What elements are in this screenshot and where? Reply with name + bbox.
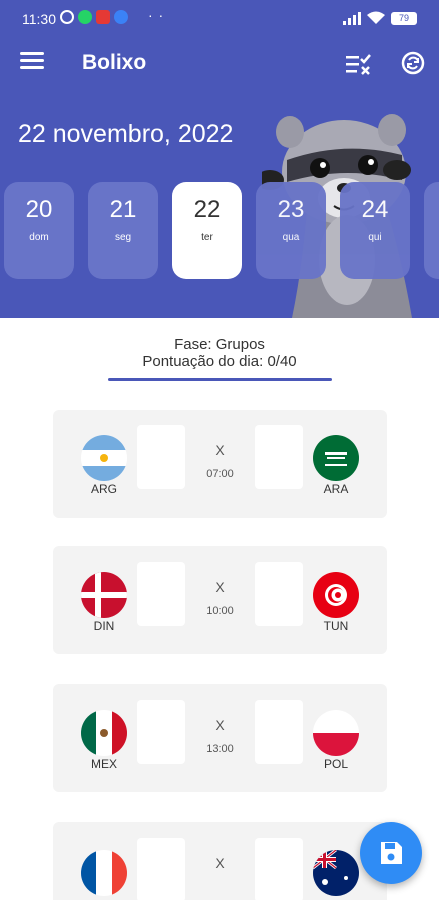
match-card: X (53, 822, 387, 900)
alarm-icon (60, 10, 74, 24)
save-button[interactable] (360, 822, 422, 884)
away-team-code: ARA (323, 482, 349, 496)
notification-icons (60, 10, 128, 24)
sync-icon[interactable] (400, 50, 426, 76)
vs-label: X (215, 855, 225, 871)
day-card-21[interactable]: 21 seg (88, 182, 158, 279)
header: 11:30 · · 79 Bolixo 22 novembro, 2022 20… (0, 0, 439, 318)
wifi-icon (367, 11, 385, 24)
home-score-input[interactable] (137, 562, 185, 626)
messenger-icon (114, 10, 128, 24)
match-card: DIN X 10:00 TUN (53, 546, 387, 654)
day-card-partial[interactable] (424, 182, 439, 279)
denmark-flag-icon (81, 572, 127, 618)
day-card-24[interactable]: 24 qui (340, 182, 410, 279)
app-title: Bolixo (82, 51, 147, 74)
day-card-20[interactable]: 20 dom (4, 182, 74, 279)
save-icon (381, 842, 402, 864)
away-score-input[interactable] (255, 425, 303, 489)
home-score-input[interactable] (137, 700, 185, 764)
tunisia-flag-icon (313, 572, 359, 618)
mexico-flag-icon (81, 710, 127, 756)
vs-label: X (215, 717, 225, 733)
battery-icon: 79 (391, 11, 417, 25)
day-card-23[interactable]: 23 qua (256, 182, 326, 279)
app-icon (96, 10, 110, 24)
home-score-input[interactable] (137, 838, 185, 900)
match-time: 10:00 (206, 605, 234, 617)
date-heading: 22 novembro, 2022 (18, 120, 234, 148)
signal-icon (343, 11, 361, 25)
away-team-code: POL (323, 757, 348, 771)
match-time: 13:00 (206, 743, 234, 755)
hamburger-icon[interactable] (20, 52, 44, 74)
status-dots: · · (148, 7, 165, 23)
away-score-input[interactable] (255, 562, 303, 626)
status-time: 11:30 (22, 11, 56, 27)
checklist-icon[interactable] (346, 51, 372, 77)
away-team-code: TUN (323, 619, 349, 633)
status-bar: 11:30 · · 79 (0, 0, 439, 36)
match-time: 07:00 (206, 468, 234, 480)
saudi-arabia-flag-icon (313, 435, 359, 481)
app-bar: Bolixo (0, 42, 439, 86)
phase-label: Fase: Grupos (174, 336, 265, 353)
vs-label: X (215, 442, 225, 458)
australia-flag-icon (313, 850, 359, 896)
match-card: MEX X 13:00 POL (53, 684, 387, 792)
status-right: 79 (343, 11, 417, 25)
away-score-input[interactable] (255, 700, 303, 764)
argentina-flag-icon (81, 435, 127, 481)
away-score-input[interactable] (255, 838, 303, 900)
match-card: ARG X 07:00 ARA (53, 410, 387, 518)
poland-flag-icon (313, 710, 359, 756)
vs-label: X (215, 579, 225, 595)
home-team-code: MEX (90, 757, 117, 771)
home-score-input[interactable] (137, 425, 185, 489)
home-team-code: DIN (93, 619, 115, 633)
france-flag-icon (81, 850, 127, 896)
home-team-code: ARG (90, 482, 117, 496)
points-label: Pontuação do dia: 0/40 (142, 353, 297, 370)
whatsapp-icon (78, 10, 92, 24)
day-card-22-selected[interactable]: 22 ter (172, 182, 242, 279)
section-divider (108, 378, 332, 381)
